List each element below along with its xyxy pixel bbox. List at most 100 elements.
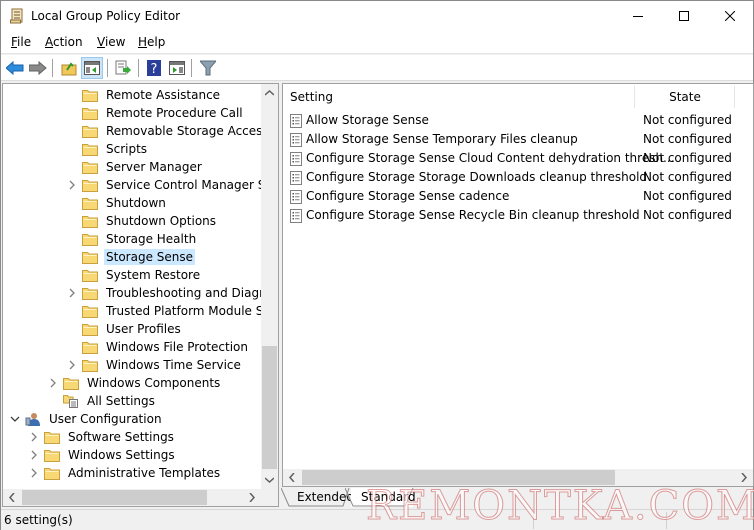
tree-item[interactable]: Windows Settings <box>28 446 177 464</box>
policy-setting-icon <box>290 171 302 185</box>
tree-item[interactable]: Windows Components <box>47 374 222 392</box>
scrollbar-thumb[interactable] <box>22 490 207 505</box>
tree-item[interactable]: User Configuration <box>9 410 164 428</box>
scroll-left-arrow-icon[interactable] <box>5 489 19 506</box>
setting-name: Configure Storage Storage Downloads clea… <box>306 170 648 184</box>
tree-item[interactable]: Scripts <box>66 140 149 158</box>
column-header-setting[interactable]: Setting <box>290 84 630 110</box>
folder-icon <box>82 268 98 282</box>
main-window: Local Group Policy Editor File Action Vi… <box>0 0 754 530</box>
tree-item[interactable]: Remote Assistance <box>66 86 222 104</box>
minimize-icon <box>633 16 643 17</box>
close-icon <box>725 11 735 21</box>
tree-item[interactable]: Windows Time Service <box>66 356 243 374</box>
export-list-button[interactable] <box>112 57 134 79</box>
chevron-right-icon[interactable] <box>66 180 78 190</box>
policy-setting-icon <box>290 114 302 128</box>
setting-state: Not configured <box>643 170 732 184</box>
tab-extended[interactable]: Extended <box>281 487 354 507</box>
tree-item-label: Trusted Platform Module Serv <box>106 304 279 318</box>
setting-row[interactable]: Configure Storage Storage Downloads clea… <box>283 168 753 187</box>
menu-help-rest: elp <box>147 35 166 49</box>
tree-item[interactable]: Remote Procedure Call <box>66 104 245 122</box>
help-icon: ? <box>147 60 161 76</box>
chevron-right-icon[interactable] <box>66 360 78 370</box>
folder-icon <box>63 376 79 390</box>
tree-item-label: All Settings <box>87 394 155 408</box>
scroll-up-arrow-icon[interactable] <box>261 86 278 100</box>
toolbar: ? <box>1 55 753 81</box>
column-separator[interactable] <box>734 86 735 108</box>
scroll-right-arrow-icon[interactable] <box>245 489 259 506</box>
tree-item[interactable]: Server Manager <box>66 158 204 176</box>
toolbar-separator <box>191 59 192 77</box>
tree-item[interactable]: Administrative Templates <box>28 464 222 482</box>
tree-item[interactable]: System Restore <box>66 266 202 284</box>
tree-item[interactable]: Shutdown <box>66 194 168 212</box>
setting-row[interactable]: Configure Storage Sense Cloud Content de… <box>283 149 753 168</box>
chevron-right-icon[interactable] <box>28 468 40 478</box>
menu-help[interactable]: Help <box>138 35 165 49</box>
tree-item-label: Shutdown Options <box>106 214 217 228</box>
tab-standard[interactable]: Standard <box>345 487 416 507</box>
minimize-button[interactable] <box>615 1 661 31</box>
scroll-down-arrow-icon[interactable] <box>261 473 278 487</box>
setting-state: Not configured <box>643 151 732 165</box>
folder-icon <box>82 178 98 192</box>
chevron-right-icon[interactable] <box>66 288 78 298</box>
tree-item[interactable]: Storage Sense <box>66 248 196 266</box>
filter-button[interactable] <box>197 57 219 79</box>
scrollbar-thumb[interactable] <box>262 346 277 469</box>
chevron-right-icon[interactable] <box>28 450 40 460</box>
tree-item-label: Administrative Templates <box>68 466 221 480</box>
tree-item[interactable]: All Settings <box>47 392 157 410</box>
tree-item[interactable]: User Profiles <box>66 320 183 338</box>
menu-view[interactable]: View <box>97 35 125 49</box>
show-hide-console-tree-button[interactable] <box>81 57 103 79</box>
svg-text:?: ? <box>151 62 158 76</box>
setting-row[interactable]: Configure Storage Sense cadence Not confi… <box>283 187 753 206</box>
back-button[interactable] <box>4 57 26 79</box>
title-bar: Local Group Policy Editor <box>1 1 753 31</box>
scrollbar-thumb[interactable] <box>302 470 615 485</box>
setting-state: Not configured <box>643 113 732 127</box>
tree-item[interactable]: Trusted Platform Module Serv <box>66 302 279 320</box>
horizontal-scrollbar[interactable] <box>283 469 753 486</box>
setting-row[interactable]: Configure Storage Sense Recycle Bin clea… <box>283 206 753 225</box>
help-button[interactable]: ? <box>143 57 165 79</box>
chevron-right-icon[interactable] <box>28 432 40 442</box>
setting-row[interactable]: Allow Storage Sense Not configured <box>283 111 753 130</box>
tree-item[interactable]: Software Settings <box>28 428 176 446</box>
menu-file[interactable]: File <box>11 35 31 49</box>
show-hide-console-tree-icon <box>84 61 100 75</box>
folder-icon <box>82 124 98 138</box>
tree-item-label: Service Control Manager Setti <box>106 178 279 192</box>
setting-row[interactable]: Allow Storage Sense Temporary Files clea… <box>283 130 753 149</box>
maximize-button[interactable] <box>661 1 707 31</box>
show-hide-action-pane-button[interactable] <box>166 57 188 79</box>
tree-item-label: Software Settings <box>68 430 174 444</box>
close-button[interactable] <box>707 1 753 31</box>
chevron-down-icon[interactable] <box>9 416 21 423</box>
forward-button[interactable] <box>27 57 49 79</box>
tree-item[interactable]: Storage Health <box>66 230 198 248</box>
scroll-right-arrow-icon[interactable] <box>737 469 751 486</box>
tree-item[interactable]: Troubleshooting and Diagnost <box>66 284 278 302</box>
status-separator <box>666 512 667 529</box>
chevron-right-icon[interactable] <box>47 378 59 388</box>
tree-item[interactable]: Shutdown Options <box>66 212 218 230</box>
tree-item[interactable]: Service Control Manager Setti <box>66 176 279 194</box>
tree-item-label: Remote Assistance <box>106 88 221 102</box>
menu-action[interactable]: Action <box>45 35 83 49</box>
tree-item-label: Windows File Protection <box>106 340 248 354</box>
vertical-scrollbar[interactable] <box>261 84 278 489</box>
scroll-left-arrow-icon[interactable] <box>285 469 299 486</box>
menu-file-rest: ile <box>17 35 32 49</box>
settings-list[interactable]: Setting State Allow Storage Sense Not con… <box>282 83 754 487</box>
up-level-button[interactable] <box>58 57 80 79</box>
column-header-state[interactable]: State <box>635 84 735 110</box>
tree-item[interactable]: Windows File Protection <box>66 338 250 356</box>
tree-item[interactable]: Removable Storage Access <box>66 122 271 140</box>
console-tree[interactable]: Remote Assistance Remote Procedure Call Re… <box>2 83 279 507</box>
horizontal-scrollbar[interactable] <box>3 489 261 506</box>
